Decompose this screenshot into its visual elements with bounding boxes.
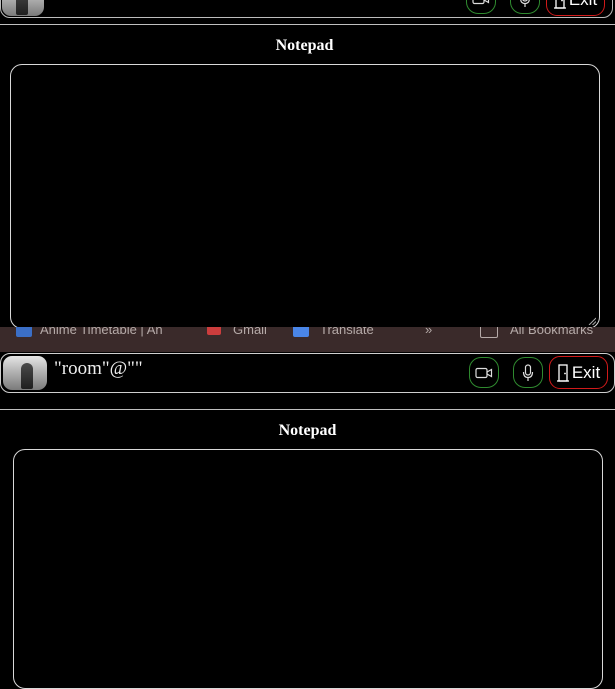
room-header: "room"@"" Exit — [0, 353, 615, 393]
notepad-textarea[interactable] — [13, 449, 603, 689]
microphone-icon — [522, 363, 534, 381]
divider — [0, 409, 615, 410]
resize-grip-icon[interactable] — [588, 317, 596, 325]
microphone-icon — [520, 0, 530, 7]
notepad-title: Notepad — [278, 422, 337, 439]
avatar[interactable] — [3, 356, 47, 390]
bookmark-gmail[interactable]: Gmail — [233, 327, 267, 337]
door-exit-icon — [553, 0, 566, 9]
door-exit-icon — [556, 363, 569, 382]
anime-timetable-icon — [16, 327, 32, 337]
bookmark-anime-timetable[interactable]: Anime Timetable | An — [40, 327, 163, 337]
translate-icon — [293, 327, 309, 337]
notepad-textarea[interactable] — [10, 64, 600, 329]
bookmark-translate[interactable]: Translate — [320, 327, 374, 337]
top-header: Exit — [0, 0, 613, 18]
microphone-button[interactable] — [513, 357, 543, 388]
microphone-button[interactable] — [510, 0, 540, 14]
folder-icon — [480, 327, 498, 338]
bookmarks-overflow-chevron[interactable]: » — [425, 327, 432, 337]
gmail-icon — [207, 327, 221, 335]
bookmark-bar: Anime Timetable | An Gmail Translate » A… — [0, 327, 615, 352]
exit-button[interactable]: Exit — [546, 0, 605, 16]
exit-label: Exit — [571, 362, 601, 382]
exit-button[interactable]: Exit — [549, 356, 608, 389]
video-camera-icon — [475, 367, 493, 378]
camera-button[interactable] — [469, 357, 499, 388]
exit-label: Exit — [569, 0, 597, 10]
notepad-title: Notepad — [275, 37, 334, 54]
divider — [0, 24, 615, 25]
avatar[interactable] — [2, 0, 44, 16]
camera-button[interactable] — [466, 0, 496, 14]
bookmark-all-bookmarks[interactable]: All Bookmarks — [510, 327, 593, 337]
video-camera-icon — [472, 0, 490, 4]
room-label: "room"@"" — [54, 358, 143, 379]
